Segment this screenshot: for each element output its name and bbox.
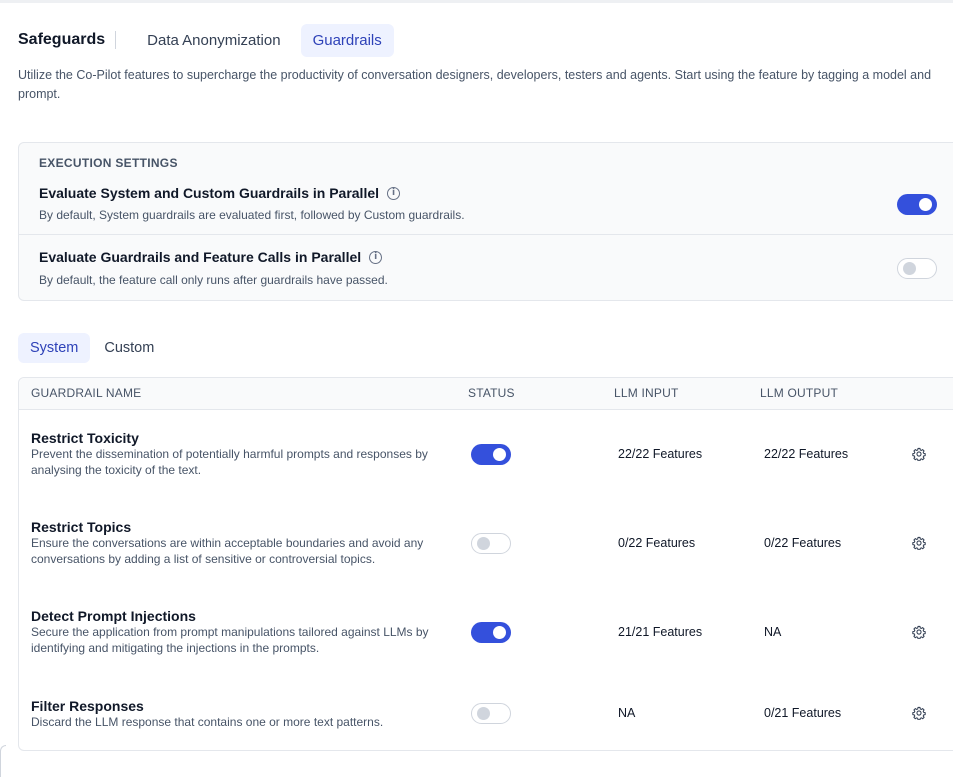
top-border (0, 0, 953, 3)
llm-input-value: 22/22 Features (618, 447, 703, 461)
llm-output-value: NA (764, 625, 782, 639)
parallel-feature-calls-toggle[interactable] (897, 258, 937, 279)
restrict-topics-toggle[interactable] (471, 533, 511, 554)
info-icon[interactable]: i (369, 250, 383, 264)
llm-output-value: 0/21 Features (764, 706, 842, 720)
page-edge (0, 745, 6, 777)
guardrail-name: Filter Responses (31, 698, 144, 714)
header-divider (115, 31, 117, 49)
table-header: GUARDRAIL NAME STATUS LLM INPUT LLM OUTP… (19, 378, 953, 410)
setting-title: Evaluate System and Custom Guardrails in… (39, 185, 380, 201)
column-header-llm-input: LLM INPUT (614, 386, 679, 400)
llm-input-value: NA (618, 706, 636, 720)
parallel-guardrails-toggle[interactable] (897, 194, 937, 215)
info-icon[interactable]: i (387, 186, 401, 200)
column-header-name: GUARDRAIL NAME (31, 386, 142, 400)
guardrails-table: GUARDRAIL NAME STATUS LLM INPUT LLM OUTP… (18, 377, 953, 751)
guardrail-name: Restrict Topics (31, 519, 132, 535)
setting-description: By default, System guardrails are evalua… (39, 208, 465, 222)
filter-responses-toggle[interactable] (471, 703, 511, 724)
tab-custom[interactable]: Custom (92, 333, 166, 363)
llm-output-value: 0/22 Features (764, 536, 842, 550)
restrict-toxicity-toggle[interactable] (471, 444, 511, 465)
llm-output-value: 22/22 Features (764, 447, 849, 461)
llm-input-value: 21/21 Features (618, 625, 703, 639)
intro-text: Utilize the Co-Pilot features to superch… (18, 68, 932, 101)
gear-icon[interactable] (912, 447, 926, 461)
gear-icon[interactable] (912, 625, 926, 639)
column-header-llm-output: LLM OUTPUT (760, 386, 839, 400)
guardrail-type-tabs: System Custom (18, 333, 168, 363)
page-title: Safeguards (18, 31, 106, 48)
llm-input-value: 0/22 Features (618, 536, 696, 550)
setting-row-system-custom-parallel: Evaluate System and Custom Guardrails in… (19, 183, 953, 235)
guardrail-description: Prevent the dissemination of potentially… (31, 447, 428, 477)
tab-system[interactable]: System (18, 333, 91, 363)
setting-description: By default, the feature call only runs a… (39, 273, 388, 287)
setting-row-feature-calls-parallel: Evaluate Guardrails and Feature Calls in… (19, 235, 953, 301)
detect-prompt-injections-toggle[interactable] (471, 622, 511, 643)
setting-title: Evaluate Guardrails and Feature Calls in… (39, 249, 362, 265)
page-header: Safeguards Data Anonymization Guardrails (18, 22, 402, 58)
gear-icon[interactable] (912, 706, 926, 720)
execution-settings-card: EXECUTION SETTINGS Evaluate System and C… (18, 142, 953, 301)
guardrail-description: Secure the application from prompt manip… (31, 625, 429, 655)
tab-guardrails[interactable]: Guardrails (300, 23, 394, 57)
guardrail-description: Discard the LLM response that contains o… (31, 715, 384, 729)
tab-data-anonymization[interactable]: Data Anonymization (135, 24, 292, 57)
execution-settings-title: EXECUTION SETTINGS (39, 156, 178, 170)
guardrail-description: Ensure the conversations are within acce… (31, 536, 424, 566)
column-header-status: STATUS (468, 386, 515, 400)
gear-icon[interactable] (912, 536, 926, 550)
guardrail-name: Detect Prompt Injections (31, 608, 196, 624)
guardrail-name: Restrict Toxicity (31, 430, 139, 446)
